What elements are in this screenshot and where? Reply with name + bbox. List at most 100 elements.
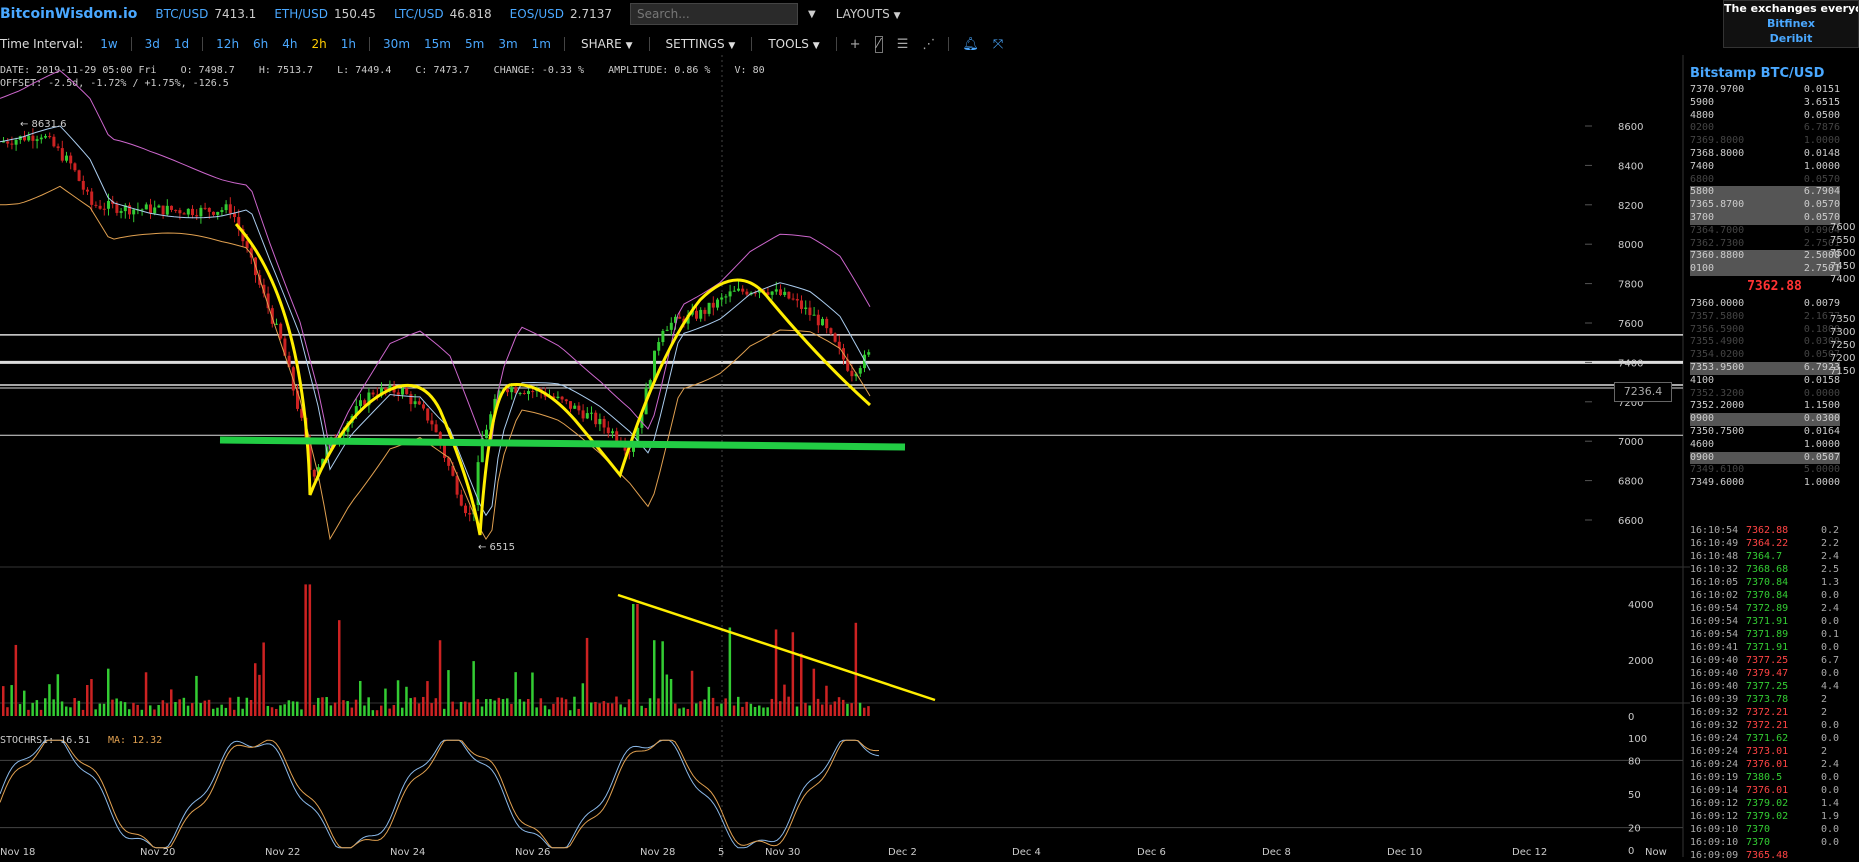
bitfinex-link[interactable]: Bitfinex	[1724, 16, 1858, 31]
volume-bar	[409, 698, 412, 716]
bid-price: 7350.7500	[1690, 425, 1745, 437]
ask-row[interactable]: 5800 6.7904	[1690, 186, 1859, 200]
bollinger-bands	[0, 70, 871, 541]
ask-amount: 0.0500	[1803, 109, 1840, 121]
bid-row[interactable]: 7349.6100 5.0000	[1690, 464, 1859, 477]
trade-amount: 0.1	[1821, 629, 1840, 640]
bid-row[interactable]: 7352.3200 0.0000	[1690, 388, 1859, 401]
candle-body	[800, 300, 803, 309]
candle-body	[506, 389, 509, 393]
orderbook-title[interactable]: Bitstamp BTC/USD	[1690, 66, 1824, 81]
candle-body	[191, 208, 194, 216]
trade-amount: 0.0	[1821, 720, 1840, 731]
ask-row[interactable]: 6800 0.0570	[1690, 174, 1859, 187]
ask-amount: 0.0151	[1803, 84, 1840, 95]
candle-body	[804, 307, 808, 309]
trade-row: 16:09:40 7377.25 4.4	[1690, 680, 1859, 693]
ask-row[interactable]: 4800 0.0500	[1690, 110, 1859, 123]
trade-price: 7371.91	[1746, 616, 1789, 627]
volume-bar	[262, 642, 265, 716]
volume-bar	[367, 697, 370, 716]
volume-bar	[644, 708, 648, 716]
trade-time: 16:09:09	[1690, 850, 1739, 861]
trade-amount: 0.0	[1821, 785, 1840, 796]
trade-row: 16:09:24 7371.62 0.0	[1690, 732, 1859, 745]
volume-bar	[846, 703, 849, 716]
volume-bar	[107, 668, 110, 716]
current-price-tag: 7236.4	[1614, 382, 1672, 402]
volume-bar	[850, 703, 853, 716]
ask-row[interactable]: 7400 1.0000	[1690, 161, 1859, 174]
bid-row[interactable]: 7350.7500 0.0164	[1690, 426, 1859, 439]
depth-scale-label: 7200	[1830, 353, 1856, 364]
bid-amount: 0.0164	[1803, 425, 1840, 437]
volume-bar	[548, 709, 551, 716]
volume-bar	[737, 696, 740, 716]
volume-bar	[157, 705, 160, 716]
candle-body	[468, 513, 472, 515]
deribit-link[interactable]: Deribit	[1724, 31, 1858, 46]
moving-average-line	[0, 125, 871, 517]
trade-time: 16:10:32	[1690, 564, 1739, 575]
volume-bar	[375, 710, 379, 716]
trade-row: 16:09:40 7379.47 0.0	[1690, 667, 1859, 680]
volume-bar	[123, 702, 127, 716]
candle-body	[417, 401, 421, 405]
pattern-curve	[234, 222, 872, 536]
candle-body	[371, 392, 375, 395]
ask-row[interactable]: 7365.8700 0.0570	[1690, 199, 1859, 212]
bid-row[interactable]: 0900 0.0300	[1690, 413, 1859, 426]
price-axis-label: 8400	[1618, 161, 1643, 172]
bid-row[interactable]: 7360.0000 0.0079	[1690, 298, 1859, 311]
trade-time: 16:10:48	[1690, 551, 1739, 562]
volume-bar	[552, 703, 555, 716]
trade-row: 16:09:09 7365.48	[1690, 849, 1859, 862]
volume-bar	[531, 672, 534, 716]
price-chart[interactable]: 8600840082008000780076007400720070006800…	[0, 0, 1690, 857]
volume-bar	[476, 699, 480, 716]
ask-row[interactable]: 0200 6.7876	[1690, 122, 1859, 135]
volume-bar	[627, 699, 631, 716]
candle-body	[52, 136, 56, 147]
candle-body	[81, 180, 85, 190]
volume-bar	[858, 702, 862, 716]
ask-row[interactable]: 7370.9700 0.0151	[1690, 84, 1859, 97]
candle-body	[422, 404, 425, 409]
volume-bar	[191, 703, 194, 716]
volume-bar	[165, 703, 169, 716]
bid-row[interactable]: 7352.2000 1.1500	[1690, 400, 1859, 413]
bid-row[interactable]: 0900 0.0507	[1690, 451, 1859, 465]
trade-time: 16:09:14	[1690, 785, 1739, 796]
bid-row[interactable]: 7349.6000 1.0000	[1690, 477, 1859, 490]
candle-body	[707, 302, 711, 314]
candle-body	[144, 204, 148, 210]
trade-amount: 2.4	[1821, 551, 1840, 562]
trade-row: 16:10:05 7370.84 1.3	[1690, 576, 1859, 589]
volume-bar	[800, 653, 803, 716]
bid-row[interactable]: 4600 1.0000	[1690, 439, 1859, 452]
ask-row[interactable]: 7369.8000 1.0000	[1690, 135, 1859, 148]
candle-body	[275, 323, 278, 325]
volume-bar	[304, 584, 307, 716]
volume-bar	[220, 704, 223, 716]
bid-amount: 1.0000	[1803, 477, 1840, 489]
volume-bar	[842, 699, 845, 716]
ask-row[interactable]: 5900 3.6515	[1690, 97, 1859, 110]
candle-body	[573, 405, 577, 409]
candle-body	[434, 424, 438, 433]
bid-amount: 1.0000	[1803, 438, 1840, 450]
trade-amount: 2.2	[1821, 538, 1840, 549]
candle-body	[510, 387, 514, 393]
trade-time: 16:09:19	[1690, 772, 1739, 783]
candle-body	[812, 314, 816, 316]
price-axis-label: 8000	[1618, 240, 1643, 251]
volume-bar	[459, 701, 463, 716]
candle-body	[821, 318, 824, 326]
ask-row[interactable]: 7368.8000 0.0148	[1690, 148, 1859, 161]
candle-body	[657, 342, 661, 351]
trade-price: 7380.5	[1746, 772, 1783, 783]
volume-bar	[430, 702, 433, 716]
volume-bar	[14, 644, 18, 716]
candle-body	[745, 291, 749, 295]
volume-axis-label: 4000	[1628, 600, 1653, 611]
